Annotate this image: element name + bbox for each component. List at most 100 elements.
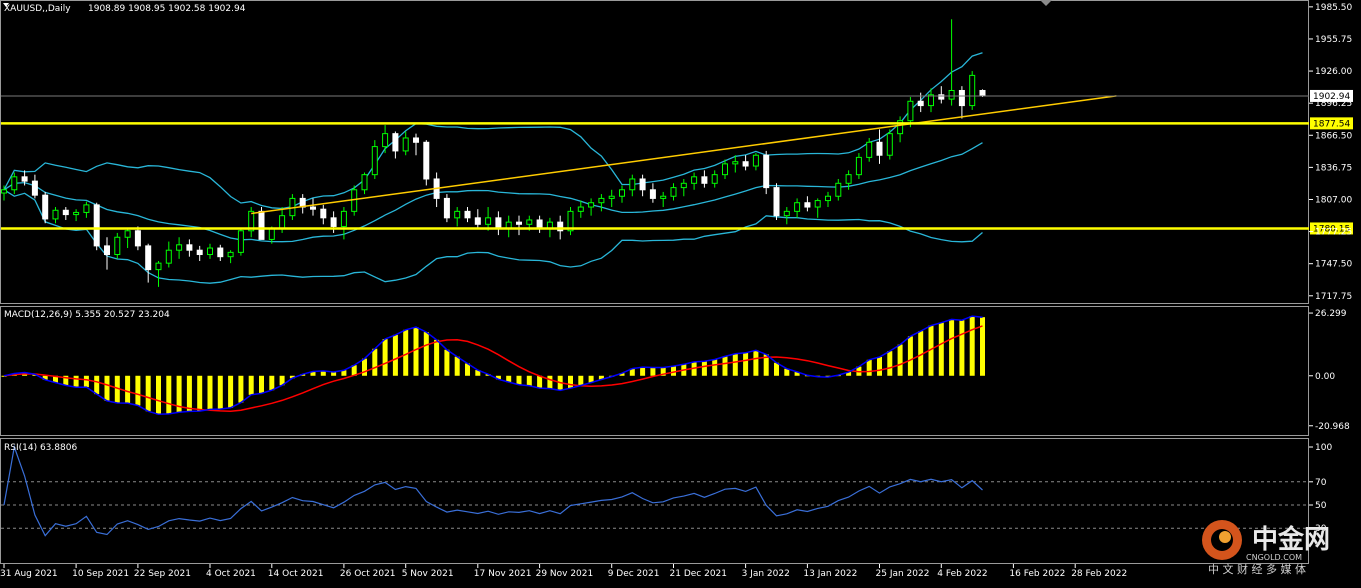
- candle: [670, 183, 677, 201]
- macd-histogram-bar: [392, 334, 398, 376]
- date-axis-label: 28 Feb 2022: [1071, 569, 1127, 579]
- candle-body: [969, 74, 976, 107]
- price-panel: [0, 0, 1309, 304]
- candle-body: [217, 247, 224, 258]
- candle-body: [794, 202, 801, 212]
- candle-body: [165, 249, 172, 264]
- candle-body: [62, 209, 69, 216]
- macd-histogram-bar: [671, 366, 676, 376]
- candle: [165, 241, 172, 268]
- macd-histogram-bar: [238, 375, 244, 403]
- candle: [104, 237, 110, 270]
- macd-axis-label: -20.968: [1315, 422, 1350, 432]
- macd-histogram-bar: [125, 375, 131, 404]
- candle-body: [526, 219, 533, 225]
- candle: [114, 232, 121, 259]
- macd-histogram-bar: [537, 375, 543, 389]
- candle: [433, 172, 440, 208]
- rsi-series: [1, 444, 1309, 537]
- candle-body: [804, 202, 811, 208]
- macd-histogram-bar: [640, 367, 646, 376]
- candle-body: [454, 210, 461, 219]
- date-axis-label: 14 Oct 2021: [268, 569, 324, 579]
- chart-canvas: 1877.541780.151902.941985.501955.751926.…: [0, 0, 1353, 579]
- candle: [42, 191, 49, 224]
- rsi-axis-label: 100: [1315, 443, 1332, 453]
- candle: [804, 196, 811, 212]
- watermark-site: CNGOLD.COM: [1246, 553, 1302, 562]
- price-axis-label: 1926.00: [1315, 67, 1352, 77]
- candle-body: [268, 228, 275, 240]
- date-axis-label: 21 Dec 2021: [670, 569, 728, 579]
- candle: [454, 207, 461, 227]
- candle-body: [485, 217, 492, 225]
- candle: [763, 150, 770, 195]
- candle-body: [752, 154, 759, 167]
- candle-body: [763, 154, 770, 189]
- candle: [855, 153, 862, 179]
- macd-histogram-bar: [362, 358, 367, 376]
- candle-body: [145, 245, 152, 271]
- candle: [73, 209, 80, 222]
- macd-histogram-bar: [413, 327, 419, 376]
- level-price-label: 1877.54: [1313, 119, 1350, 129]
- candle: [958, 86, 965, 119]
- candle: [773, 183, 780, 220]
- candle: [145, 243, 152, 283]
- date-axis-label: 4 Oct 2021: [206, 569, 256, 579]
- macd-signal-line: [3, 325, 983, 412]
- candle-body: [93, 204, 100, 247]
- price-axis-label: 1955.75: [1315, 35, 1352, 45]
- candle: [588, 198, 595, 216]
- macd-histogram-bar: [217, 375, 223, 410]
- candle: [701, 170, 708, 188]
- candle: [248, 207, 255, 238]
- candle-body: [474, 217, 481, 225]
- candle: [11, 172, 18, 195]
- candle-body: [660, 195, 667, 199]
- candle-body: [176, 244, 183, 251]
- candle-body: [340, 210, 347, 227]
- macd-histogram-bar: [774, 362, 779, 376]
- macd-histogram-bar: [104, 375, 110, 401]
- macd-axis-label: 26.299: [1315, 309, 1347, 319]
- candle: [794, 198, 801, 218]
- macd-histogram-bar: [434, 339, 440, 376]
- candle: [227, 250, 234, 264]
- macd-histogram-bar: [248, 375, 254, 395]
- price-axis-label: 1985.50: [1315, 3, 1352, 13]
- candle-body: [680, 182, 687, 189]
- macd-axis-label: 0.00: [1315, 372, 1335, 382]
- axes: 1877.541780.151902.941985.501955.751926.…: [0, 3, 1353, 579]
- candle: [835, 178, 842, 201]
- candle-body: [639, 178, 646, 191]
- date-axis-label: 17 Nov 2021: [474, 569, 532, 579]
- macd-histogram-bar: [949, 319, 955, 376]
- candle-body: [732, 161, 739, 165]
- candle: [310, 198, 316, 216]
- macd-histogram-bar: [907, 336, 913, 376]
- candle: [155, 260, 162, 287]
- rsi-panel-title: RSI(14) 63.8806: [4, 443, 77, 453]
- rsi-axis-label: 70: [1315, 478, 1327, 488]
- candle-body: [907, 100, 914, 122]
- candle-body: [917, 100, 924, 107]
- candle-body: [825, 195, 831, 202]
- candle: [207, 243, 213, 259]
- chart-shift-marker[interactable]: [1040, 0, 1052, 6]
- candle: [691, 172, 698, 190]
- candle-body: [855, 156, 862, 176]
- cngold-watermark: 中金网 CNGOLD.COM 中 文 财 经 多 媒 体: [1202, 520, 1330, 576]
- price-axis-label: 1836.75: [1315, 163, 1352, 173]
- candle: [619, 185, 625, 203]
- candle-body: [42, 194, 49, 220]
- date-axis-label: 10 Sep 2021: [72, 569, 129, 579]
- macd-histogram-bar: [650, 367, 656, 376]
- macd-histogram-bar: [516, 375, 522, 385]
- candle-body: [83, 204, 90, 213]
- price-axis-label: 1777.25: [1315, 228, 1352, 238]
- candle-body: [670, 187, 677, 197]
- candle: [969, 71, 976, 110]
- candle: [217, 244, 224, 261]
- candle: [134, 226, 141, 251]
